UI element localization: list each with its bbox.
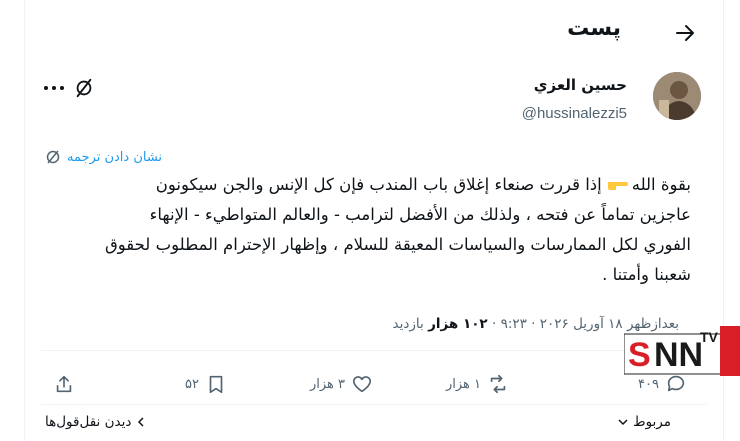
like-button[interactable]: ۳ هزار <box>310 373 373 395</box>
tweet-text-segment: بقوة الله <box>631 175 691 194</box>
more-options-icon[interactable] <box>43 80 65 96</box>
related-label: مربوط <box>633 414 671 430</box>
divider <box>41 404 707 405</box>
author-handle[interactable]: @hussinalezzi5 <box>522 105 627 122</box>
pointing-hand-emoji-icon <box>607 182 628 190</box>
translate-row[interactable]: نشان دادن ترجمه <box>45 148 162 166</box>
reply-icon <box>667 375 685 392</box>
author-avatar[interactable] <box>653 72 701 120</box>
page-title: پست <box>567 16 621 41</box>
retweet-button[interactable]: ۱ هزار <box>446 373 509 395</box>
related-posts-link[interactable]: مربوط <box>617 414 671 430</box>
heart-icon <box>352 376 372 393</box>
post-detail-panel: پست حسين العزي @hussinalezzi5 نشان دادن … <box>24 0 724 441</box>
tweet-text-segment: إذا قررت صنعاء إغلاق باب المندب فإن كل ا… <box>155 175 602 194</box>
retweet-icon <box>490 374 506 394</box>
grok-icon[interactable] <box>73 77 95 99</box>
tweet-line-2: عاجزين تماماً عن فتحه ، ولذلك من الأفضل … <box>149 205 691 224</box>
chevron-down-icon <box>618 419 628 426</box>
reply-count: ۴۰۹ <box>638 376 659 392</box>
chevron-left-icon <box>138 417 144 427</box>
post-footer: مربوط دیدن نقل‌قول‌ها <box>25 412 723 436</box>
tweet-line-4: شعبنا وأمتنا . <box>602 265 691 284</box>
divider <box>41 350 707 351</box>
svg-text:S: S <box>628 336 651 374</box>
tweet-line-1: بقوة الله إذا قررت صنعاء إغلاق باب المندب… <box>51 170 691 200</box>
avatar-image <box>653 72 701 120</box>
share-icon <box>56 375 72 393</box>
views-label: بازدید <box>392 316 424 332</box>
reply-button[interactable]: ۴۰۹ <box>638 373 687 395</box>
snn-tv-watermark-logo: S NN TV <box>624 326 740 376</box>
bookmark-count: ۵۲ <box>185 376 199 392</box>
tweet-text: بقوة الله إذا قررت صنعاء إغلاق باب المندب… <box>51 170 691 290</box>
post-header: پست <box>25 0 723 64</box>
translate-icon <box>46 150 60 164</box>
share-button[interactable] <box>53 373 75 395</box>
view-quotes-label: دیدن نقل‌قول‌ها <box>45 414 132 430</box>
show-translation-link[interactable]: نشان دادن ترجمه <box>67 150 162 165</box>
author-name[interactable]: حسين العزي <box>534 76 627 94</box>
retweet-count: ۱ هزار <box>445 376 481 392</box>
views-count: ۱۰۲ هزار <box>428 316 488 332</box>
action-bar: ۴۰۹ ۱ هزار ۳ هزار ۵۲ <box>49 370 699 400</box>
view-quotes-link[interactable]: دیدن نقل‌قول‌ها <box>45 414 147 430</box>
svg-text:TV: TV <box>700 329 719 345</box>
bookmark-icon <box>209 375 223 394</box>
svg-text:NN: NN <box>654 336 703 374</box>
tweet-line-3: الفوري لكل الممارسات والسياسات المعيقة ل… <box>104 235 691 254</box>
bookmark-button[interactable]: ۵۲ <box>185 373 227 395</box>
like-count: ۳ هزار <box>309 376 345 392</box>
meta-separator: · <box>487 316 497 332</box>
back-arrow-icon[interactable] <box>673 21 697 45</box>
